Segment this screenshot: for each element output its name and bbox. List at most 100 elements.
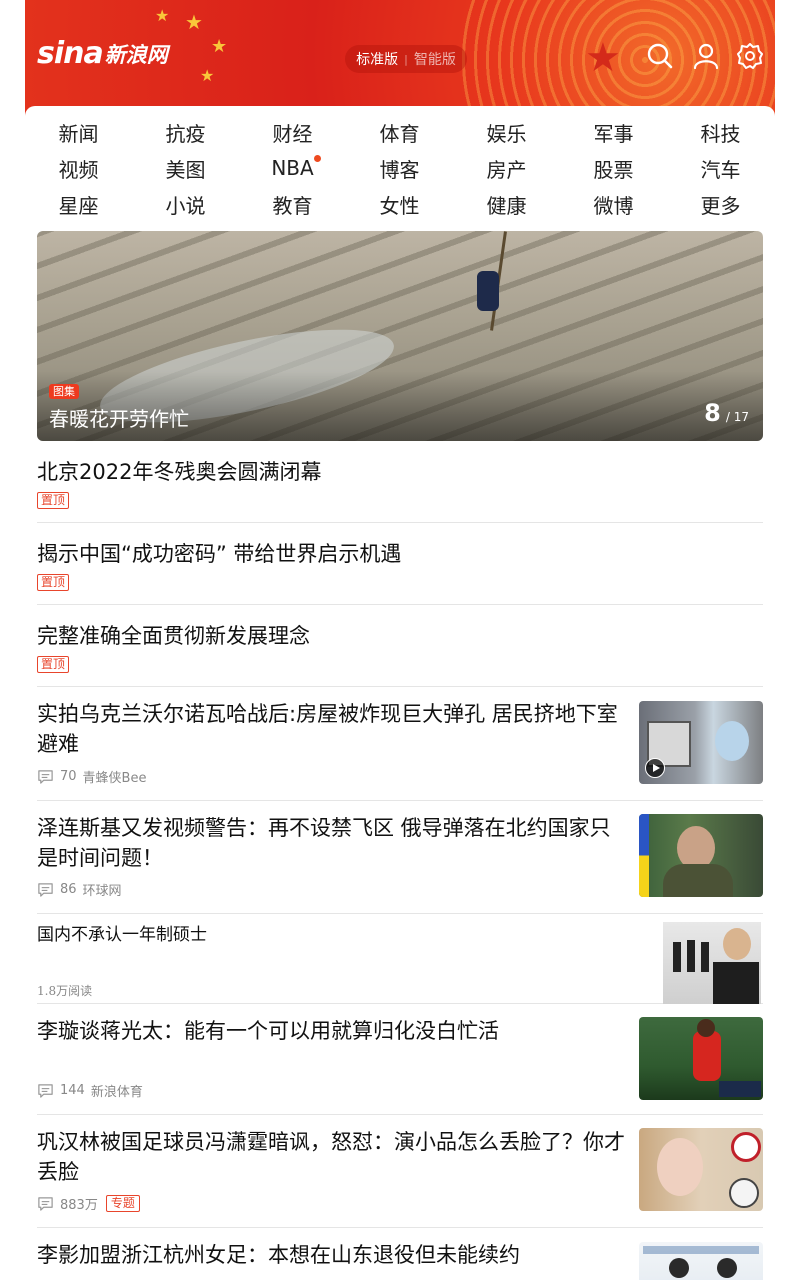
channel-item[interactable]: 美图 [132,150,239,186]
thumbnail-detail [723,928,751,960]
channel-label: 小说 [165,193,206,218]
channel-label: 抗疫 [165,121,206,146]
news-title[interactable]: 巩汉林被国足球员冯潇霆暗讽，怒怼：演小品怎么丢脸了？你才丢脸 [37,1127,627,1187]
channel-item[interactable]: 科技 [667,114,774,150]
version-switch: 标准版 | 智能版 [345,45,467,73]
news-title[interactable]: 完整准确全面贯彻新发展理念 [37,621,763,651]
thumbnail-detail [719,1081,761,1097]
smart-version-tab[interactable]: 智能版 [414,49,456,69]
news-thumbnail[interactable] [639,701,763,784]
news-thumbnail[interactable] [639,814,763,897]
channel-item[interactable]: 体育 [346,114,453,150]
standard-version-tab[interactable]: 标准版 [356,49,398,69]
thumbnail-detail [657,1138,703,1196]
news-source: 环球网 [82,884,122,899]
channel-item[interactable]: 博客 [346,150,453,186]
channel-item[interactable]: 房产 [453,150,560,186]
channel-item-nba[interactable]: NBA [239,150,346,186]
channel-label: 星座 [58,193,99,218]
gallery-tag: 图集 [49,384,79,399]
channel-label: 视频 [58,157,99,182]
channel-item[interactable]: 抗疫 [132,114,239,150]
channel-label: 房产 [486,157,527,182]
comment-count: 86 [60,882,77,897]
news-item[interactable]: 泽连斯基又发视频警告：再不设禁飞区 俄导弹落在北约国家只是时间问题！ 86 环球… [37,801,763,914]
channel-item[interactable]: 健康 [453,186,560,222]
news-title[interactable]: 实拍乌克兰沃尔诺瓦哈战后:房屋被炸现巨大弹孔 居民挤地下室避难 [37,699,627,759]
search-icon[interactable] [646,42,674,70]
channel-item-more[interactable]: 更多 [667,186,774,222]
news-item[interactable]: 李影加盟浙江杭州女足：本想在山东退役但未能续约 [37,1228,763,1280]
channel-label: 教育 [272,193,313,218]
thumbnail-detail [663,864,733,897]
news-title[interactable]: 国内不承认一年制硕士 [37,924,763,946]
comment-icon [38,770,53,784]
hero-photo-gallery[interactable]: 图集 春暖花开劳作忙 8 / 17 [37,231,763,441]
news-meta: 144 新浪体育 [37,1081,143,1100]
user-icon[interactable] [692,42,720,70]
channel-item[interactable]: 微博 [560,186,667,222]
news-item[interactable]: 巩汉林被国足球员冯潇霆暗讽，怒怼：演小品怎么丢脸了？你才丢脸 883万 专题 [37,1115,763,1228]
thumbnail-detail [717,1258,737,1278]
new-indicator-dot [314,155,321,162]
channel-item[interactable]: 股票 [560,150,667,186]
channel-label: 更多 [700,193,741,218]
comment-icon [38,883,53,897]
comment-count: 144 [60,1083,85,1098]
thumbnail-detail [701,942,709,972]
channel-label: 财经 [272,121,313,146]
gallery-total: / 17 [725,410,749,424]
news-title[interactable]: 李影加盟浙江杭州女足：本想在山东退役但未能续约 [37,1240,627,1270]
channel-item[interactable]: 教育 [239,186,346,222]
thumbnail-detail [669,1258,689,1278]
channel-item[interactable]: 新闻 [25,114,132,150]
hero-caption: 春暖花开劳作忙 [49,407,189,431]
pinned-news-item[interactable]: 北京2022年冬残奥会圆满闭幕 置顶 [37,441,763,523]
news-title[interactable]: 李璇谈蒋光太：能有一个可以用就算归化没白忙活 [37,1016,627,1046]
channel-label: 美图 [165,157,206,182]
news-item[interactable]: 实拍乌克兰沃尔诺瓦哈战后:房屋被炸现巨大弹孔 居民挤地下室避难 70 青蜂侠Be… [37,687,763,801]
channel-label: 健康 [486,193,527,218]
news-list: 北京2022年冬残奥会圆满闭幕 置顶 揭示中国“成功密码” 带给世界启示机遇 置… [37,441,763,1280]
channel-item[interactable]: 视频 [25,150,132,186]
channel-label: 股票 [593,157,634,182]
comment-icon [38,1197,53,1211]
news-title[interactable]: 揭示中国“成功密码” 带给世界启示机遇 [37,539,763,569]
thumbnail-detail [687,940,695,972]
comment-count: 70 [60,769,77,784]
thumbnail-detail [729,1178,759,1208]
news-source: 青蜂侠Bee [82,771,147,786]
settings-icon[interactable] [736,42,764,70]
thumbnail-detail [693,1031,721,1081]
channel-item[interactable]: 军事 [560,114,667,150]
news-title[interactable]: 北京2022年冬残奥会圆满闭幕 [37,457,763,487]
pinned-badge: 置顶 [37,656,70,673]
channel-item[interactable]: 星座 [25,186,132,222]
news-thumbnail[interactable] [639,1017,763,1100]
comment-icon [38,1084,53,1098]
channel-item[interactable]: 财经 [239,114,346,150]
channel-label: NBA [271,156,314,180]
version-separator: | [404,52,408,66]
news-thumbnail[interactable] [663,922,761,1004]
topic-badge[interactable]: 专题 [105,1195,140,1212]
thumbnail-detail [697,1019,715,1037]
channel-item[interactable]: 娱乐 [453,114,560,150]
news-item[interactable]: 李璇谈蒋光太：能有一个可以用就算归化没白忙活 144 新浪体育 [37,1004,763,1115]
news-thumbnail[interactable] [639,1242,763,1280]
channel-item[interactable]: 女性 [346,186,453,222]
news-title[interactable]: 泽连斯基又发视频警告：再不设禁飞区 俄导弹落在北约国家只是时间问题！ [37,813,627,873]
pinned-news-item[interactable]: 揭示中国“成功密码” 带给世界启示机遇 置顶 [37,523,763,605]
thumbnail-detail [713,962,759,1004]
pinned-news-item[interactable]: 完整准确全面贯彻新发展理念 置顶 [37,605,763,687]
header-banner: ★ ★ ★ ★ ★ sina 新浪网 标准版 | 智能版 [25,0,775,120]
play-icon[interactable] [645,758,665,778]
channel-item[interactable]: 小说 [132,186,239,222]
sina-logo[interactable]: sina 新浪网 [37,36,168,71]
news-item[interactable]: 国内不承认一年制硕士 1.8万阅读 [37,914,763,1004]
channel-label: 娱乐 [486,121,527,146]
channel-item[interactable]: 汽车 [667,150,774,186]
pinned-badge: 置顶 [37,492,70,509]
star-decoration-icon: ★ [155,6,170,25]
news-thumbnail[interactable] [639,1128,763,1211]
